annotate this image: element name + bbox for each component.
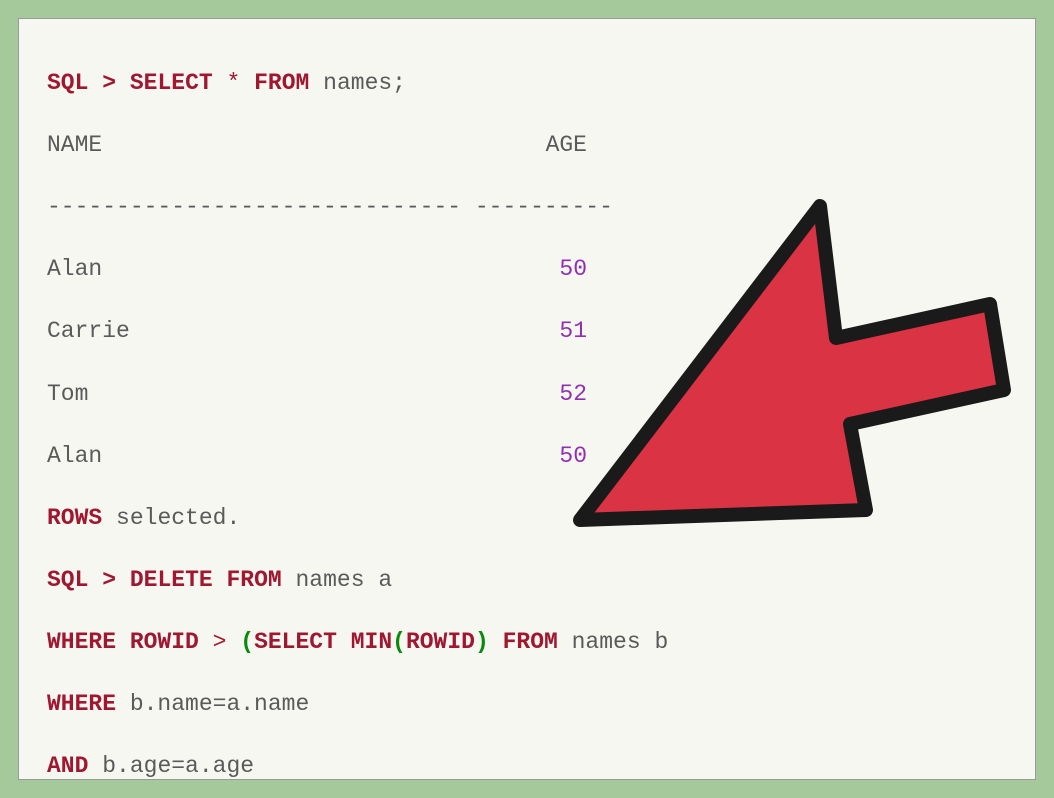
kw-where: WHERE <box>47 629 116 655</box>
sql-prompt: SQL <box>47 70 88 96</box>
txt-cond1: b.name=a.name <box>130 691 309 717</box>
kw-rowid: ROWID <box>130 629 199 655</box>
txt-names-a: names a <box>296 567 393 593</box>
table-row: Alan50 <box>47 441 1007 472</box>
kw-min: MIN <box>351 629 392 655</box>
sql-line-and: AND b.age=a.age <box>47 751 1007 780</box>
paren-open: ( <box>392 629 406 655</box>
cell-name: Carrie <box>47 316 467 347</box>
sql-line-where2: WHERE b.name=a.name <box>47 689 1007 720</box>
cell-age: 52 <box>467 379 587 410</box>
rows-selected: ROWS selected. <box>47 503 1007 534</box>
paren-open: ( <box>240 629 254 655</box>
cell-age: 50 <box>467 254 587 285</box>
txt-names-b: names b <box>572 629 669 655</box>
sql-line-where1: WHERE ROWID > (SELECT MIN(ROWID) FROM na… <box>47 627 1007 658</box>
txt-names: names; <box>323 70 406 96</box>
txt-gt: > <box>213 629 241 655</box>
cell-name: Alan <box>47 254 467 285</box>
kw-where: WHERE <box>47 691 116 717</box>
kw-and: AND <box>47 753 88 779</box>
txt-cond2: b.age=a.age <box>102 753 254 779</box>
kw-rowid: ROWID <box>406 629 475 655</box>
kw-delete: DELETE FROM <box>130 567 282 593</box>
cell-name: Tom <box>47 379 467 410</box>
header-sep: ------------------------------ ---------… <box>47 192 1007 223</box>
prompt-gt: > <box>102 567 116 593</box>
col-header-age: AGE <box>467 130 587 161</box>
sql-terminal: SQL > SELECT * FROM names; NAMEAGE -----… <box>18 18 1036 780</box>
kw-select: SELECT <box>254 629 337 655</box>
cell-age: 51 <box>467 316 587 347</box>
kw-from: FROM <box>503 629 558 655</box>
sql-prompt: SQL <box>47 567 88 593</box>
table-row: Carrie51 <box>47 316 1007 347</box>
txt-selected: selected. <box>116 505 240 531</box>
col-header-name: NAME <box>47 130 467 161</box>
kw-from: FROM <box>254 70 309 96</box>
paren-close: ) <box>475 629 489 655</box>
table-row: Tom52 <box>47 379 1007 410</box>
kw-select: SELECT <box>130 70 213 96</box>
header-row: NAMEAGE <box>47 130 1007 161</box>
sql-line-delete: SQL > DELETE FROM names a <box>47 565 1007 596</box>
cell-name: Alan <box>47 441 467 472</box>
kw-rows: ROWS <box>47 505 102 531</box>
prompt-gt: > <box>102 70 116 96</box>
cell-age: 50 <box>467 441 587 472</box>
table-row: Alan50 <box>47 254 1007 285</box>
sql-line-select1: SQL > SELECT * FROM names; <box>47 68 1007 99</box>
kw-star: * <box>227 70 241 96</box>
